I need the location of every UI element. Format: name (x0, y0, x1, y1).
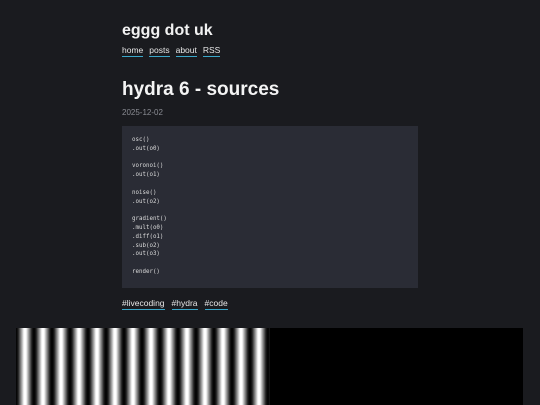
site-title[interactable]: eggg dot uk (122, 21, 213, 41)
code-line: .out(o1) (132, 172, 160, 179)
code-line: .out(o3) (132, 251, 160, 258)
code-line: osc() (132, 137, 150, 143)
tag-link-code[interactable]: #code (204, 298, 228, 310)
code-line: voronoi() (132, 163, 164, 170)
oscillator-stripes-output (16, 328, 270, 405)
tag-link-hydra[interactable]: #hydra (171, 298, 198, 310)
tag-link-livecoding[interactable]: #livecoding (122, 298, 165, 310)
hydra-output-canvas (16, 328, 523, 405)
code-line: noise() (132, 189, 157, 196)
post-tags: #livecoding #hydra #code (122, 298, 228, 310)
nav-link-posts[interactable]: posts (149, 45, 170, 57)
code-line: .out(o0) (132, 145, 160, 152)
nav-link-rss[interactable]: RSS (202, 45, 221, 57)
code-line: .mult(o0) (132, 224, 164, 231)
post-date: 2025-12-02 (122, 108, 163, 117)
site-nav: home posts about RSS (122, 45, 221, 57)
nav-link-about[interactable]: about (175, 45, 197, 57)
code-line: render() (132, 268, 160, 275)
code-line: .diff(o1) (132, 233, 164, 240)
nav-link-home[interactable]: home (122, 45, 144, 57)
black-output-panel (270, 328, 523, 405)
post-title: hydra 6 - sources (122, 79, 280, 100)
code-line: .out(o2) (132, 198, 160, 205)
code-line: .sub(o2) (132, 242, 160, 249)
code-block: osc() .out(o0) voronoi() .out(o1) noise(… (122, 126, 418, 288)
code-line: gradient() (132, 216, 167, 223)
